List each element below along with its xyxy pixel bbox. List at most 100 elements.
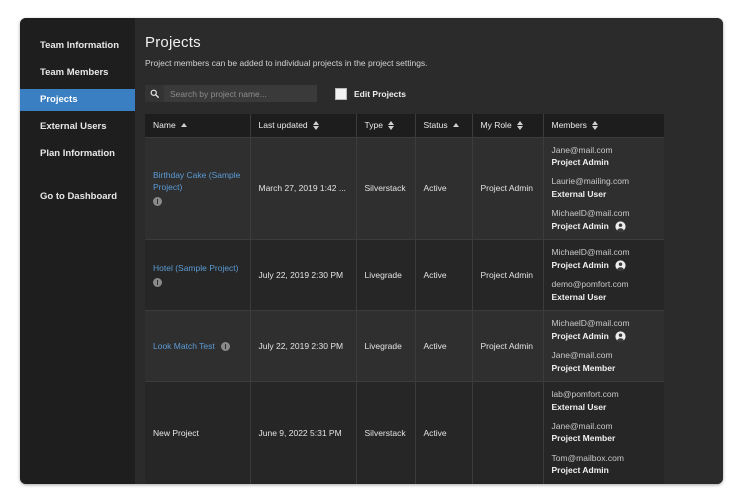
member-role: Project Admin [552,221,609,232]
member-role: Project Admin [552,260,609,271]
column-header-members[interactable]: Members [543,114,664,137]
member-role: Project Member [552,433,616,444]
member-email: MichaelD@mail.com [552,247,657,258]
cell-type: Silverstack [356,382,415,484]
table-row[interactable]: Birthday Cake (Sample Project)March 27, … [145,137,664,240]
sort-both-icon [388,121,394,131]
sidebar: Team Information Team Members Projects E… [20,18,135,484]
cell-my-role [472,382,543,484]
column-header-status[interactable]: Status [415,114,472,137]
table-body: Birthday Cake (Sample Project)March 27, … [145,137,664,484]
edit-projects-checkbox[interactable] [335,88,347,100]
cell-project-name: Look Match Test [145,311,250,382]
member-role: Project Member [552,363,616,374]
go-to-dashboard-link[interactable]: Go to Dashboard [20,186,135,208]
edit-projects-label: Edit Projects [354,89,406,99]
column-label: Last updated [259,120,308,130]
member-email: demo@pomfort.com [552,279,657,290]
member-role: External User [552,402,607,413]
member-email: Jane@mail.com [552,421,657,432]
cell-type: Livegrade [356,240,415,311]
member-role: Project Admin [552,331,609,342]
sidebar-item-label: Plan Information [40,148,115,159]
sort-ascending-icon [181,123,187,127]
column-label: Members [552,120,587,130]
avatar-icon [615,221,626,232]
table-header-row: Name Last updated Type [145,114,664,137]
column-header-my-role[interactable]: My Role [472,114,543,137]
sort-ascending-icon [453,123,459,127]
member-entry: Jane@mail.comProject Admin [552,145,657,169]
member-email: Laurie@mailing.com [552,176,657,187]
column-label: My Role [481,120,512,130]
member-entry: MichaelD@mail.com Project Admin [552,208,657,232]
sort-both-icon [313,121,319,131]
info-icon[interactable] [221,342,230,351]
sidebar-item-plan-information[interactable]: Plan Information [20,143,135,165]
page-title: Projects [145,34,723,51]
column-label: Type [365,120,383,130]
member-role: Project Admin [552,157,609,168]
member-email: MichaelD@mail.com [552,318,657,329]
sidebar-item-team-information[interactable]: Team Information [20,35,135,57]
column-label: Name [153,120,176,130]
info-icon[interactable] [153,197,162,206]
sidebar-item-label: Team Members [40,67,108,78]
toolbar: Edit Projects [145,85,723,102]
project-name-link[interactable]: Birthday Cake (Sample Project) [153,169,242,194]
column-header-last-updated[interactable]: Last updated [250,114,356,137]
info-icon[interactable] [153,278,162,287]
column-label: Status [424,120,448,130]
column-header-name[interactable]: Name [145,114,250,137]
search-field[interactable] [145,85,317,102]
sidebar-item-external-users[interactable]: External Users [20,116,135,138]
member-role: Project Admin [552,465,609,476]
member-email: lab@pomfort.com [552,389,657,400]
cell-status: Active [415,137,472,240]
sidebar-item-label: Team Information [40,40,119,51]
cell-status: Active [415,311,472,382]
edit-projects-toggle[interactable]: Edit Projects [335,88,406,100]
sidebar-item-label: External Users [40,121,107,132]
member-entry: lab@pomfort.com External User [552,389,657,413]
member-entry: MichaelD@mail.com Project Admin [552,318,657,342]
table-row[interactable]: Look Match TestJuly 22, 2019 2:30 PMLive… [145,311,664,382]
member-email: Tom@mailbox.com [552,453,657,464]
cell-project-name: Hotel (Sample Project) [145,240,250,311]
member-role: External User [552,292,607,303]
cell-type: Silverstack [356,137,415,240]
sidebar-item-team-members[interactable]: Team Members [20,62,135,84]
sort-both-icon [592,121,598,131]
go-to-dashboard-label: Go to Dashboard [40,191,117,202]
member-entry: Tom@mailbox.comProject Admin [552,453,657,477]
member-email: MichaelD@mail.com [552,208,657,219]
member-email: Jane@mail.com [552,145,657,156]
member-email: Jane@mail.com [552,350,657,361]
member-entry: Laurie@mailing.com External User [552,176,657,200]
sidebar-spacer [20,170,135,186]
table-row[interactable]: Hotel (Sample Project) July 22, 2019 2:30… [145,240,664,311]
search-icon [145,85,164,102]
cell-last-updated: July 22, 2019 2:30 PM [250,240,356,311]
member-role: External User [552,189,607,200]
cell-members: Jane@mail.comProject AdminLaurie@mailing… [543,137,664,240]
cell-project-name: Birthday Cake (Sample Project) [145,137,250,240]
cell-my-role: Project Admin [472,311,543,382]
cell-last-updated: June 9, 2022 5:31 PM [250,382,356,484]
sort-both-icon [517,121,523,131]
avatar-icon [615,260,626,271]
sidebar-item-label: Projects [40,94,78,105]
table-row[interactable]: New ProjectJune 9, 2022 5:31 PMSilversta… [145,382,664,484]
cell-members: MichaelD@mail.com Project Admin demo@pomfo… [543,240,664,311]
cell-members: MichaelD@mail.com Project Admin Jane@mail.… [543,311,664,382]
cell-status: Active [415,382,472,484]
column-header-type[interactable]: Type [356,114,415,137]
main-content: Projects Project members can be added to… [135,18,723,484]
cell-project-name: New Project [145,382,250,484]
project-name-link[interactable]: Hotel (Sample Project) [153,262,242,274]
table-header: Name Last updated Type [145,114,664,137]
project-name-link[interactable]: Look Match Test [153,340,215,352]
sidebar-item-projects[interactable]: Projects [20,89,135,111]
search-input[interactable] [164,85,317,102]
cell-last-updated: July 22, 2019 2:30 PM [250,311,356,382]
